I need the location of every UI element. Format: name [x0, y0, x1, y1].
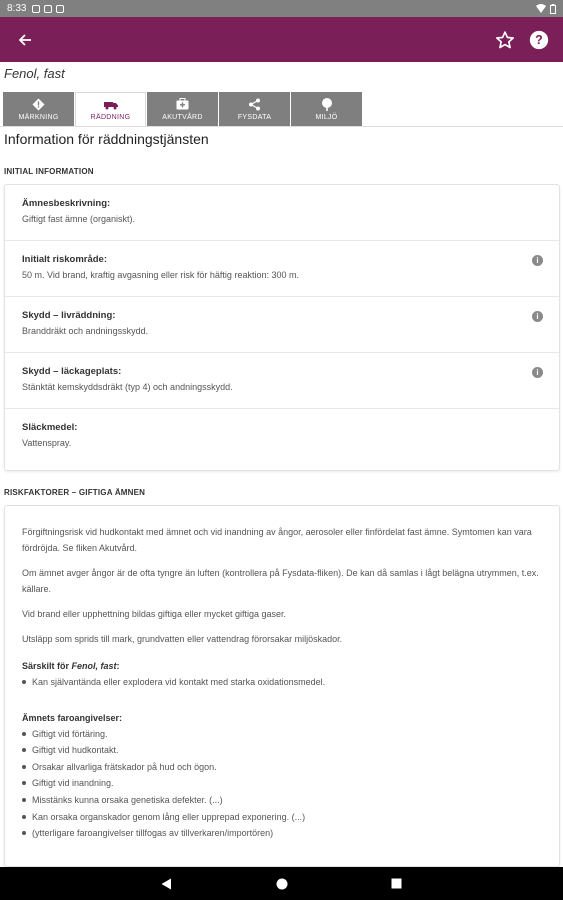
initial-info-card: Ämnesbeskrivning: Giftigt fast ämne (org… [4, 184, 560, 471]
special-heading: Särskilt för Fenol, fast: [22, 661, 542, 671]
fire-truck-icon [103, 98, 119, 111]
notification-icon [56, 4, 65, 13]
tab-miljo[interactable]: MILJÖ [291, 92, 362, 126]
battery-icon [550, 3, 556, 14]
tab-markning[interactable]: MÄRKNING [3, 92, 74, 126]
info-row-label: Släckmedel: [22, 422, 78, 433]
tab-label: MILJÖ [315, 113, 338, 121]
list-item: Misstänks kunna orsaka genetiska defekte… [22, 792, 542, 809]
info-icon[interactable]: i [532, 367, 543, 378]
app-bar: ? [0, 17, 563, 62]
info-row-value: Stänktät kemskyddsdräkt (typ 4) och andn… [22, 382, 233, 392]
info-row-label: Ämnesbeskrivning: [22, 198, 111, 209]
first-aid-kit-icon [176, 98, 189, 111]
warning-diamond-icon [32, 98, 45, 111]
special-heading-suffix: : [116, 661, 120, 671]
info-row-label: Skydd – läckageplats: [22, 366, 122, 377]
special-heading-prefix: Särskilt för [22, 661, 72, 671]
star-outline-icon [496, 30, 514, 48]
special-list: Kan självantända eller explodera vid kon… [22, 674, 542, 691]
section-label-initial-info: INITIAL INFORMATION [4, 167, 94, 176]
status-time: 8:33 [7, 3, 27, 14]
favorite-button[interactable] [493, 28, 517, 52]
risk-paragraph: Vid brand eller upphettning bildas gifti… [22, 609, 286, 619]
info-row-value: 50 m. Vid brand, kraftig avgasning eller… [22, 270, 299, 280]
info-icon[interactable]: i [532, 311, 543, 322]
tab-label: AKUTVÅRD [162, 113, 203, 121]
tab-label: FYSDATA [237, 113, 272, 121]
arrow-left-icon [18, 33, 31, 46]
info-row: Skydd – livräddning: Branddräkt och andn… [5, 297, 559, 353]
list-item: Kan orsaka organskador genom lång eller … [22, 809, 542, 826]
notification-icon [44, 4, 53, 13]
svg-text:?: ? [535, 33, 543, 47]
list-item: Giftigt vid inandning. [22, 775, 542, 792]
info-row-value: Giftigt fast ämne (organiskt). [22, 214, 136, 224]
special-heading-substance: Fenol, fast [71, 661, 117, 671]
molecule-icon [248, 98, 261, 111]
risk-paragraph: Förgiftningsrisk vid hudkontakt med ämne… [22, 527, 532, 553]
tab-label: RÄDDNING [90, 114, 131, 121]
risk-factors-card: Förgiftningsrisk vid hudkontakt med ämne… [4, 505, 560, 867]
tab-fysdata[interactable]: FYSDATA [219, 92, 290, 126]
risk-paragraph: Utsläpp som sprids till mark, grundvatte… [22, 634, 343, 644]
risk-paragraph: Om ämnet avger ångor är de ofta tyngre ä… [22, 568, 539, 594]
section-label-risk-factors: RISKFAKTORER – GIFTIGA ÄMNEN [4, 488, 146, 497]
nav-recents-button[interactable] [387, 874, 407, 894]
status-bar: 8:33 [0, 0, 563, 17]
info-row-label: Skydd – livräddning: [22, 310, 116, 321]
page-title: Information för räddningstjänsten [4, 131, 209, 147]
list-item: Giftigt vid hudkontakt. [22, 742, 542, 759]
system-nav-bar [0, 867, 563, 900]
info-row-value: Branddräkt och andningsskydd. [22, 326, 149, 336]
tree-icon [321, 97, 333, 111]
nav-home-circle-icon [276, 878, 287, 889]
help-circle-icon: ? [529, 30, 549, 49]
nav-back-button[interactable] [157, 874, 177, 894]
info-row: Skydd – läckageplats: Stänktät kemskydds… [5, 353, 559, 409]
info-icon[interactable]: i [532, 255, 543, 266]
info-row-label: Initialt riskområde: [22, 254, 107, 265]
list-item: Kan självantända eller explodera vid kon… [22, 674, 542, 691]
info-row-value: Vattenspray. [22, 438, 72, 448]
hazard-list: Giftigt vid förtäring. Giftigt vid hudko… [22, 726, 542, 842]
list-item: (ytterligare faroangivelser tillfogas av… [22, 825, 542, 842]
hazard-heading: Ämnets faroangivelser: [22, 712, 123, 723]
nav-back-triangle-icon [161, 878, 171, 889]
substance-name: Fenol, fast [4, 66, 65, 81]
info-row: Initialt riskområde: 50 m. Vid brand, kr… [5, 241, 559, 297]
wifi-icon [536, 4, 546, 13]
tab-raddning[interactable]: RÄDDNING [75, 92, 146, 126]
list-item: Orsakar allvarliga frätskador på hud och… [22, 759, 542, 776]
tab-akutvard[interactable]: AKUTVÅRD [147, 92, 218, 126]
nav-recents-square-icon [391, 878, 402, 889]
help-button[interactable]: ? [527, 28, 551, 52]
divider [0, 126, 563, 127]
info-row: Släckmedel: Vattenspray. [5, 409, 559, 465]
list-item: Giftigt vid förtäring. [22, 726, 542, 743]
back-button[interactable] [0, 17, 50, 62]
tab-bar: MÄRKNING RÄDDNING AKUTVÅRD FYSDATA MILJÖ [3, 92, 362, 126]
info-row: Ämnesbeskrivning: Giftigt fast ämne (org… [5, 185, 559, 241]
nav-home-button[interactable] [272, 874, 292, 894]
notification-icon [32, 4, 41, 13]
tab-label: MÄRKNING [18, 113, 59, 121]
